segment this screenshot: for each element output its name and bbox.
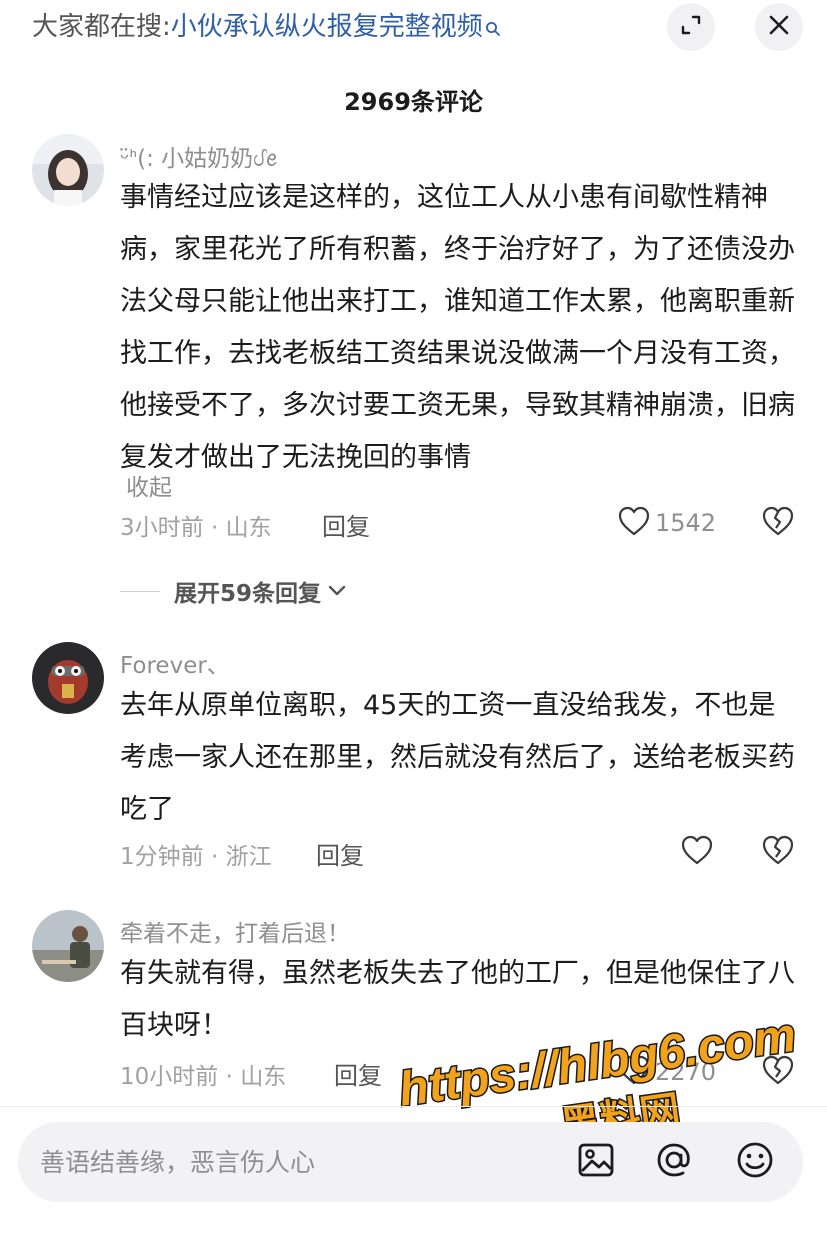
trending-search[interactable]: 大家都在搜:小伙承认纵火报复完整视频 xyxy=(32,10,501,46)
comment-username[interactable]: Forever、 xyxy=(120,646,230,680)
at-icon xyxy=(654,1140,694,1184)
avatar[interactable] xyxy=(32,910,104,982)
collapse-link[interactable]: 收起 xyxy=(126,468,172,502)
like-count: 1542 xyxy=(655,509,717,537)
broken-heart-icon xyxy=(761,835,795,870)
reply-button[interactable]: 回复 xyxy=(316,836,364,871)
heart-icon xyxy=(680,834,714,870)
avatar[interactable] xyxy=(32,134,104,206)
heart-icon xyxy=(617,1054,651,1090)
expand-icon xyxy=(679,13,703,41)
chevron-down-icon xyxy=(327,584,347,598)
image-icon xyxy=(576,1140,616,1184)
expand-replies-button[interactable]: 展开59条回复 xyxy=(120,574,347,608)
comment-input[interactable] xyxy=(40,1138,540,1186)
reply-button[interactable]: 回复 xyxy=(322,507,370,542)
comment-meta: 3小时前 · 山东 xyxy=(120,515,272,541)
heart-icon xyxy=(617,505,651,541)
trending-search-link[interactable]: 小伙承认纵火报复完整视频 xyxy=(171,12,483,42)
like-button[interactable] xyxy=(680,834,714,870)
image-button[interactable] xyxy=(574,1140,618,1184)
comment-text: 有失就有得，虽然老板失去了他的工厂，但是他保住了八百块呀！ xyxy=(120,958,795,1041)
avatar[interactable] xyxy=(32,642,104,714)
comment-count: 2969条评论 xyxy=(344,88,483,116)
comment-text: 去年从原单位离职，45天的工资一直没给我发，不也是考虑一家人还在那里，然后就没有… xyxy=(120,690,795,825)
close-icon xyxy=(768,14,790,40)
dislike-button[interactable] xyxy=(761,505,795,541)
like-button[interactable]: 1542 xyxy=(617,505,716,541)
close-button[interactable] xyxy=(755,3,803,51)
broken-heart-icon xyxy=(761,506,795,541)
expand-replies-label: 展开59条回复 xyxy=(174,581,322,607)
expand-divider xyxy=(120,590,160,592)
like-count: 2270 xyxy=(655,1058,717,1086)
trending-search-prefix: 大家都在搜: xyxy=(32,12,171,42)
input-divider xyxy=(0,1106,827,1107)
comment-meta: 1分钟前 · 浙江 xyxy=(120,844,272,870)
dislike-button[interactable] xyxy=(761,834,795,870)
reply-button[interactable]: 回复 xyxy=(334,1056,382,1091)
broken-heart-icon xyxy=(761,1055,795,1090)
comment-text: 事情经过应该是这样的，这位工人从小患有间歇性精神病，家里花光了所有积蓄，终于治疗… xyxy=(120,182,795,473)
like-button[interactable]: 2270 xyxy=(617,1054,716,1090)
comment-input-bar xyxy=(18,1122,803,1202)
comment-username[interactable]: 牵着不走，打着后退！ xyxy=(120,914,350,948)
comment-meta: 10小时前 · 山东 xyxy=(120,1064,287,1090)
mention-button[interactable] xyxy=(652,1140,696,1184)
search-icon xyxy=(485,12,501,46)
emoji-icon xyxy=(735,1140,775,1184)
dislike-button[interactable] xyxy=(761,1054,795,1090)
top-bar: 大家都在搜:小伙承认纵火报复完整视频 xyxy=(0,0,827,58)
expand-button[interactable] xyxy=(667,3,715,51)
emoji-button[interactable] xyxy=(733,1140,777,1184)
